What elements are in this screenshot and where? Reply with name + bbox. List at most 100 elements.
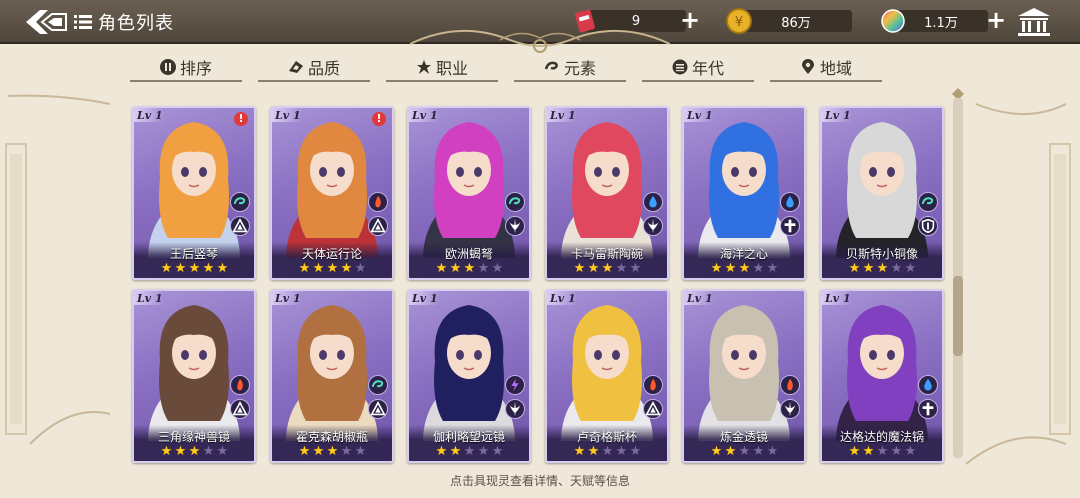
alert-icon: ! (372, 112, 386, 126)
scrollbar-thumb[interactable] (953, 276, 963, 356)
star-icon: ★ (904, 261, 917, 276)
star-icon: ★ (890, 444, 903, 459)
tab-location[interactable]: 地域 (770, 52, 882, 82)
card-level: Lv 1 (825, 292, 851, 305)
element-water-icon (643, 192, 663, 212)
star-icon: ★ (477, 261, 490, 276)
job-attack-icon (505, 399, 525, 419)
card-level: Lv 1 (275, 292, 301, 305)
tab-underline (514, 80, 626, 82)
tab-quality-label: 品质 (307, 59, 340, 78)
location-pin-icon (801, 59, 814, 74)
character-card[interactable]: Lv 1 炼金透镜 ★ ★ ★ ★ ★ (682, 289, 806, 463)
card-name: 达格达的魔法锅 (839, 430, 924, 444)
job-support-icon (230, 216, 250, 236)
star-rating: ★ ★ ★ ★ ★ (160, 261, 254, 276)
tab-job[interactable]: 职业 (386, 52, 498, 82)
character-card[interactable]: Lv 1 欧洲蝎弩 ★ ★ ★ ★ ★ (407, 106, 531, 280)
element-water-icon (780, 192, 800, 212)
tab-element-label: 元素 (563, 59, 596, 78)
tab-underline (386, 80, 498, 82)
gold-coin-icon: ¥ (726, 8, 752, 34)
star-icon: ★ (724, 261, 737, 276)
star-icon: ★ (340, 261, 353, 276)
job-support-icon (368, 399, 388, 419)
star-icon: ★ (298, 444, 311, 459)
card-level: Lv 1 (412, 109, 438, 122)
card-name: 霍克森胡椒瓶 (295, 430, 368, 444)
sort-icon (159, 59, 176, 75)
star-icon: ★ (477, 444, 490, 459)
element-water-icon (918, 375, 938, 395)
back-button[interactable] (22, 6, 72, 38)
star-icon: ★ (601, 444, 614, 459)
tab-underline (770, 80, 882, 82)
crystal-add-button[interactable]: + (986, 8, 1006, 32)
character-card[interactable]: Lv 1 卢奇格斯杯 ★ ★ ★ ★ ★ (545, 289, 669, 463)
star-icon: ★ (848, 444, 861, 459)
card-level: Lv 1 (137, 109, 163, 122)
bank-icon (1018, 8, 1050, 36)
star-icon: ★ (216, 444, 229, 459)
character-card[interactable]: Lv 1 三角缘神兽镜 ★ ★ ★ ★ ★ (132, 289, 256, 463)
star-rating: ★ ★ ★ ★ ★ (298, 444, 392, 459)
character-card[interactable]: Lv 1 伽利略望远镜 ★ ★ ★ ★ ★ (407, 289, 531, 463)
star-icon: ★ (752, 261, 765, 276)
character-card[interactable]: Lv 1 贝斯特小铜像 ★ ★ ★ ★ ★ (820, 106, 944, 280)
gold-value: 86万 (740, 10, 852, 32)
svg-text:¥: ¥ (735, 15, 743, 30)
star-icon: ★ (890, 261, 903, 276)
tab-underline (130, 80, 242, 82)
era-icon (672, 59, 688, 75)
tab-element[interactable]: 元素 (514, 52, 626, 82)
back-arrow-icon (26, 10, 67, 34)
star-icon: ★ (491, 444, 504, 459)
star-icon: ★ (601, 261, 614, 276)
star-icon: ★ (629, 444, 642, 459)
job-attack-icon (643, 216, 663, 236)
element-fire-icon (780, 375, 800, 395)
resource-gold: 86万 ¥ (726, 8, 856, 34)
star-icon: ★ (766, 444, 779, 459)
tab-quality[interactable]: 品质 (258, 52, 370, 82)
star-icon: ★ (463, 444, 476, 459)
job-support-icon (368, 216, 388, 236)
star-icon: ★ (876, 261, 889, 276)
job-support-icon (230, 399, 250, 419)
star-icon: ★ (188, 261, 201, 276)
character-card[interactable]: Lv 1 卡马雷斯陶碗 ★ ★ ★ ★ ★ (545, 106, 669, 280)
character-card[interactable]: Lv 1 霍克森胡椒瓶 ★ ★ ★ ★ ★ (270, 289, 394, 463)
star-icon: ★ (160, 444, 173, 459)
star-icon: ★ (435, 444, 448, 459)
character-card[interactable]: Lv 1 ! 王后竖琴 ★ ★ ★ ★ ★ (132, 106, 256, 280)
tab-era[interactable]: 年代 (642, 52, 754, 82)
star-icon: ★ (738, 444, 751, 459)
star-rating: ★ ★ ★ ★ ★ (710, 261, 804, 276)
tickets-add-button[interactable]: + (680, 8, 700, 32)
character-card[interactable]: Lv 1 ! 天体运行论 ★ ★ ★ ★ ★ (270, 106, 394, 280)
character-card[interactable]: Lv 1 达格达的魔法锅 ★ ★ ★ ★ ★ (820, 289, 944, 463)
card-level: Lv 1 (550, 109, 576, 122)
tab-sort[interactable]: 排序 (130, 52, 242, 82)
job-attack-icon (780, 399, 800, 419)
tab-underline (258, 80, 370, 82)
star-rating: ★ ★ ★ ★ ★ (435, 444, 529, 459)
star-rating: ★ ★ ★ ★ ★ (435, 261, 529, 276)
star-icon: ★ (326, 444, 339, 459)
bank-button[interactable] (1016, 6, 1052, 38)
element-wind-icon (230, 192, 250, 212)
crystal-value: 1.1万 (894, 10, 988, 32)
star-icon: ★ (174, 444, 187, 459)
card-name: 卡马雷斯陶碗 (570, 247, 643, 261)
filter-tabs: 排序 品质 职业 元素 年代 地域 (0, 44, 1080, 84)
star-icon: ★ (202, 261, 215, 276)
star-icon: ★ (216, 261, 229, 276)
left-frame-decoration (5, 94, 111, 445)
element-icon (544, 61, 558, 70)
star-icon: ★ (449, 261, 462, 276)
character-card[interactable]: Lv 1 海洋之心 ★ ★ ★ ★ ★ (682, 106, 806, 280)
star-icon: ★ (573, 261, 586, 276)
star-icon: ★ (862, 261, 875, 276)
card-name: 海洋之心 (719, 247, 768, 261)
star-rating: ★ ★ ★ ★ ★ (848, 444, 942, 459)
